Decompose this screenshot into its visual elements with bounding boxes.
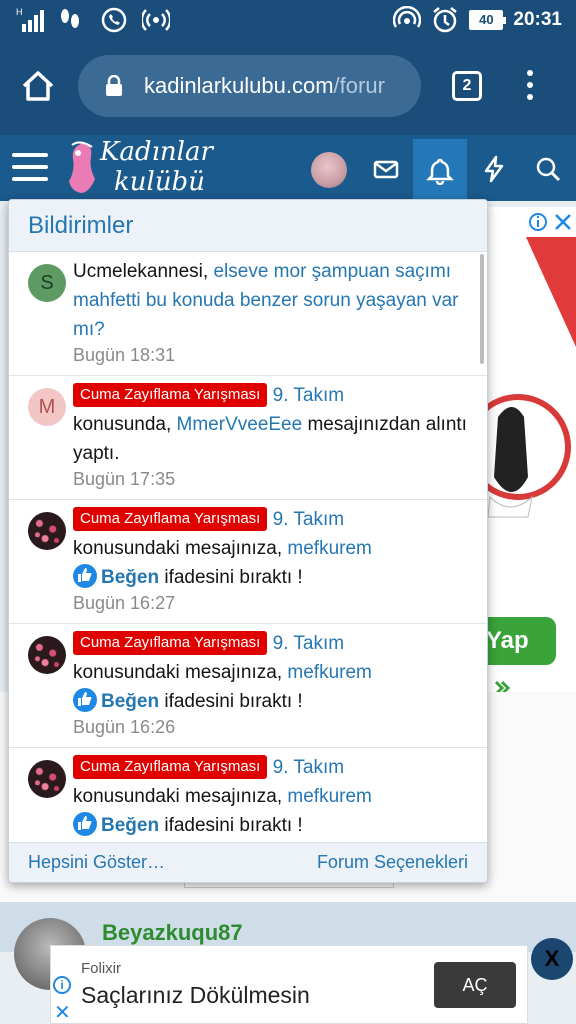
site-logo[interactable]: Kadınlar kulübü	[66, 137, 226, 199]
hotspot-icon	[140, 6, 172, 34]
notification-thread-link[interactable]: 9. Takım	[273, 509, 344, 530]
search-icon	[536, 157, 561, 182]
notification-item[interactable]: S Ucmelekannesi, elseve mor şampuan saçı…	[9, 252, 487, 376]
notification-time: Bugün 16:27	[73, 593, 176, 613]
reaction-name: Beğen	[101, 567, 160, 588]
notification-thread-link[interactable]: 9. Takım	[273, 757, 344, 778]
wifi-calling-icon	[393, 5, 422, 34]
status-bar: H 40 20:31	[0, 0, 576, 40]
notification-thread-link[interactable]: 9. Takım	[273, 385, 344, 406]
notification-text-before: konusundaki mesajınıza,	[73, 786, 288, 807]
close-ad-button[interactable]: X	[531, 938, 573, 980]
notification-user[interactable]: MmerVveeEee	[177, 414, 303, 435]
thread-prefix-tag[interactable]: Cuma Zayıflama Yarışması	[73, 507, 268, 531]
tab-switcher-button[interactable]: 2	[452, 71, 482, 101]
address-bar[interactable]: kadinlarkulubu.com/forur	[78, 55, 421, 117]
url-text: kadinlarkulubu.com/forur	[144, 73, 410, 99]
signal-icon: H	[16, 6, 44, 34]
reaction-name: Beğen	[101, 815, 160, 836]
ad-info-icon[interactable]: i	[53, 976, 71, 994]
envelope-icon	[373, 160, 399, 179]
background-cta-button[interactable]: Yap	[480, 617, 556, 701]
whatsapp-icon	[100, 6, 128, 34]
notification-item[interactable]: M Cuma Zayıflama Yarışması 9. Takım konu…	[9, 376, 487, 500]
hamburger-menu-button[interactable]	[12, 153, 48, 183]
notification-text: Cuma Zayıflama Yarışması 9. Takım konusu…	[73, 381, 473, 468]
network-type: H	[16, 7, 23, 17]
popup-footer: Hepsini Göster… Forum Seçenekleri	[9, 842, 487, 882]
popup-title: Bildirimler	[9, 200, 487, 252]
notification-item[interactable]: Cuma Zayıflama Yarışması 9. Takım konusu…	[9, 748, 487, 844]
notification-user[interactable]: mefkurem	[287, 538, 371, 559]
battery-indicator: 40	[469, 10, 507, 30]
notification-text: Cuma Zayıflama Yarışması 9. Takım konusu…	[73, 753, 473, 840]
notification-item[interactable]: Cuma Zayıflama Yarışması 9. Takım konusu…	[9, 624, 487, 748]
home-button[interactable]	[18, 66, 58, 106]
notification-avatar[interactable]	[28, 760, 66, 798]
notification-avatar[interactable]: S	[28, 264, 66, 302]
notification-text-before: konusundaki mesajınıza,	[73, 662, 288, 683]
notification-user[interactable]: mefkurem	[287, 786, 371, 807]
lightning-icon	[484, 155, 504, 183]
home-icon	[22, 71, 54, 101]
reaction-name: Beğen	[101, 691, 160, 712]
notification-time: Bugün 18:31	[73, 345, 176, 365]
alerts-button[interactable]	[413, 139, 467, 201]
notification-text: Ucmelekannesi, elseve mor şampuan saçımı…	[73, 261, 459, 340]
thread-prefix-tag[interactable]: Cuma Zayıflama Yarışması	[73, 383, 268, 407]
overflow-menu-button[interactable]	[524, 70, 536, 104]
footsteps-icon	[58, 6, 86, 34]
ad-choices-badge[interactable]	[526, 210, 576, 234]
forum-options-link[interactable]: Forum Seçenekleri	[317, 852, 468, 873]
notification-text-after: ifadesini bıraktı !	[159, 815, 303, 836]
like-reaction-icon	[73, 812, 97, 836]
url-host: kadinlarkulubu.com	[144, 73, 334, 98]
ad-dismiss-icon[interactable]: ✕	[54, 1000, 71, 1024]
like-reaction-icon	[73, 564, 97, 588]
logo-line-1: Kadınlar	[100, 137, 213, 167]
notification-user[interactable]: Ucmelekannesi	[73, 261, 203, 282]
notifications-popup: Bildirimler S Ucmelekannesi, elseve mor …	[8, 199, 488, 883]
browser-toolbar: kadinlarkulubu.com/forur 2	[0, 40, 576, 135]
notification-item[interactable]: Cuma Zayıflama Yarışması 9. Takım konusu…	[9, 500, 487, 624]
inbox-button[interactable]	[372, 155, 400, 183]
bottom-ad-banner[interactable]: i ✕ Folixir Saçlarınız Dökülmesin AÇ	[50, 945, 528, 1024]
notification-time: Bugün 17:35	[73, 469, 176, 489]
clock: 20:31	[513, 9, 562, 30]
logo-line-2: kulübü	[114, 167, 205, 197]
alarm-icon	[431, 6, 459, 34]
background-cta-label: Yap	[486, 627, 529, 654]
notification-text-before: konusunda,	[73, 414, 177, 435]
user-avatar[interactable]	[311, 152, 347, 188]
background-post-username[interactable]: Beyazkuqu87	[102, 920, 243, 946]
like-reaction-icon	[73, 688, 97, 712]
notification-list: S Ucmelekannesi, elseve mor şampuan saçı…	[9, 252, 487, 844]
show-all-link[interactable]: Hepsini Göster…	[28, 852, 165, 873]
notification-thread-link[interactable]: 9. Takım	[273, 633, 344, 654]
notification-avatar[interactable]	[28, 636, 66, 674]
notification-text-before: konusundaki mesajınıza,	[73, 538, 288, 559]
bell-icon	[426, 158, 454, 185]
notification-text-after: ifadesini bıraktı !	[159, 567, 303, 588]
ad-brand: Folixir	[81, 960, 121, 977]
thread-prefix-tag[interactable]: Cuma Zayıflama Yarışması	[73, 755, 268, 779]
notification-text: Cuma Zayıflama Yarışması 9. Takım konusu…	[73, 629, 473, 716]
thread-prefix-tag[interactable]: Cuma Zayıflama Yarışması	[73, 631, 268, 655]
site-header: Kadınlar kulübü	[0, 135, 576, 201]
ad-info-icon	[529, 213, 571, 231]
logo-figure-icon	[69, 141, 95, 193]
ad-headline: Saçlarınız Dökülmesin	[81, 982, 310, 1008]
notification-time: Bugün 16:26	[73, 717, 176, 737]
notification-text: Cuma Zayıflama Yarışması 9. Takım konusu…	[73, 505, 473, 592]
url-path: /forur	[333, 73, 385, 98]
notification-user[interactable]: mefkurem	[287, 662, 371, 683]
notification-text-after: ifadesini bıraktı !	[159, 691, 303, 712]
notification-avatar[interactable]: M	[28, 388, 66, 426]
whats-new-button[interactable]	[480, 155, 508, 183]
search-button[interactable]	[534, 155, 562, 183]
lock-icon	[104, 74, 124, 97]
notification-avatar[interactable]	[28, 512, 66, 550]
ad-open-button[interactable]: AÇ	[434, 962, 516, 1008]
